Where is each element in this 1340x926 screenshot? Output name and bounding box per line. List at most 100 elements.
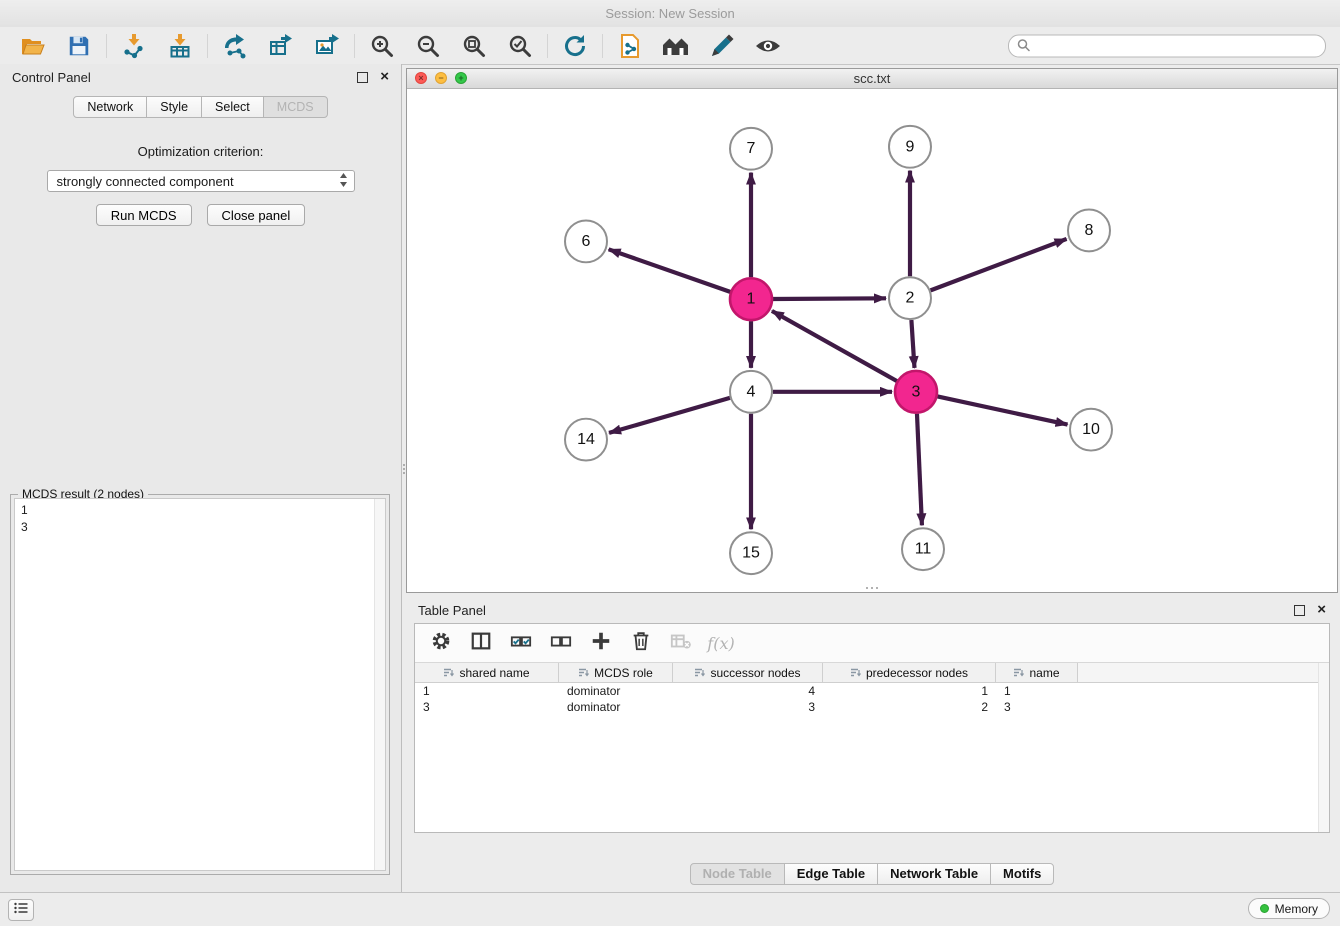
table-cell-filler (1078, 699, 1329, 715)
zoom-fit-icon (461, 33, 487, 59)
zoom-selected-button[interactable] (507, 33, 533, 59)
import-table-file-button[interactable] (167, 33, 193, 59)
network-window-title: scc.txt (854, 71, 891, 86)
window-resize-handle[interactable] (866, 585, 878, 591)
close-window-icon[interactable]: × (415, 72, 427, 84)
network-view-window: × − + scc.txt 7968124314101511 (406, 68, 1338, 593)
zoom-selected-icon (507, 33, 533, 59)
column-header-shared-name[interactable]: shared name (415, 663, 559, 682)
column-header-name[interactable]: name (996, 663, 1078, 682)
zoom-fit-button[interactable] (461, 33, 487, 59)
open-session-button[interactable] (20, 33, 46, 59)
criterion-dropdown[interactable]: strongly connected component (47, 170, 355, 192)
export-network-button[interactable] (222, 33, 248, 59)
table-panel-title: Table Panel (418, 603, 486, 618)
network-graph[interactable]: 7968124314101511 (407, 89, 1337, 592)
apply-layout-button[interactable] (562, 33, 588, 59)
memory-button[interactable]: Memory (1248, 898, 1330, 919)
tab-select[interactable]: Select (201, 96, 264, 118)
show-columns-button[interactable] (469, 631, 493, 655)
network-canvas[interactable]: 7968124314101511 (407, 89, 1337, 592)
export-image-button[interactable] (314, 33, 340, 59)
tab-mcds[interactable]: MCDS (263, 96, 328, 118)
export-network-icon (222, 33, 248, 59)
annotations-button[interactable] (709, 33, 735, 59)
zoom-in-button[interactable] (369, 33, 395, 59)
select-all-button[interactable] (509, 631, 533, 655)
deselect-all-button[interactable] (549, 631, 573, 655)
tab-network[interactable]: Network (73, 96, 147, 118)
graph-edge-2-3[interactable] (911, 320, 914, 368)
eye-icon (753, 34, 783, 58)
graph-edge-4-14[interactable] (609, 398, 730, 433)
column-header-successor-nodes[interactable]: successor nodes (673, 663, 823, 682)
table-cell: 3 (673, 699, 823, 715)
graph-node-label-9: 9 (906, 138, 915, 155)
import-network-file-button[interactable] (121, 33, 147, 59)
task-history-button[interactable] (8, 899, 34, 921)
run-mcds-button[interactable]: Run MCDS (96, 204, 192, 226)
float-table-panel-icon[interactable] (1294, 605, 1305, 616)
select-all-icon (510, 630, 532, 657)
column-header-predecessor-nodes[interactable]: predecessor nodes (823, 663, 996, 682)
table-tab-motifs[interactable]: Motifs (990, 863, 1054, 885)
table-tab-network-table[interactable]: Network Table (877, 863, 991, 885)
result-scrollbar[interactable] (374, 499, 385, 870)
zoom-out-button[interactable] (415, 33, 441, 59)
delete-table-button-disabled (669, 631, 693, 655)
table-cell: 1 (415, 683, 559, 699)
result-line: 1 (21, 502, 379, 519)
delete-column-button[interactable] (629, 631, 653, 655)
graph-edge-3-1[interactable] (772, 311, 897, 381)
network-document-button[interactable] (617, 33, 643, 59)
column-header-label: successor nodes (710, 666, 800, 680)
graph-edge-2-8[interactable] (931, 239, 1067, 290)
graph-edge-1-2[interactable] (773, 298, 886, 299)
add-column-button[interactable] (589, 631, 613, 655)
table-cell: 3 (996, 699, 1078, 715)
close-panel-button[interactable]: Close panel (207, 204, 306, 226)
mcds-result-groupbox: MCDS result (2 nodes) 13 (10, 494, 390, 875)
table-toolbar: f(x) (415, 624, 1329, 663)
function-builder-button-disabled: f(x) (709, 631, 733, 655)
show-graphics-details-button[interactable] (755, 33, 781, 59)
graph-edge-3-11[interactable] (917, 414, 922, 526)
graph-node-label-14: 14 (577, 431, 595, 448)
table-settings-button[interactable] (429, 631, 453, 655)
table-cell: 1 (823, 683, 996, 699)
close-panel-icon[interactable]: × (380, 71, 389, 83)
float-panel-icon[interactable] (357, 72, 368, 83)
graph-edge-3-10[interactable] (937, 396, 1067, 424)
control-panel-title: Control Panel (12, 70, 91, 85)
search-field-wrap (1008, 34, 1326, 57)
tab-style[interactable]: Style (146, 96, 202, 118)
floppy-disk-icon (67, 34, 91, 58)
window-titlebar: Session: New Session (0, 0, 1340, 27)
minimize-window-icon[interactable]: − (435, 72, 447, 84)
mcds-result-textarea[interactable]: 13 (14, 498, 386, 871)
search-input[interactable] (1008, 34, 1326, 57)
table-tab-node-table[interactable]: Node Table (690, 863, 785, 885)
traffic-lights: × − + (415, 72, 467, 84)
mcds-result-lines: 13 (15, 499, 385, 539)
maximize-window-icon[interactable]: + (455, 72, 467, 84)
close-table-panel-icon[interactable]: × (1317, 604, 1326, 616)
export-table-button[interactable] (268, 33, 294, 59)
table-row[interactable]: 1dominator411 (415, 683, 1329, 699)
table-panel-header: Table Panel × (406, 597, 1338, 623)
table-header-row: shared name MCDS role successor nodes prede… (415, 663, 1329, 683)
save-session-button[interactable] (66, 33, 92, 59)
cyndex-home-button[interactable] (663, 33, 689, 59)
graph-node-label-2: 2 (906, 290, 915, 307)
zoom-out-icon (415, 33, 441, 59)
graph-edge-1-6[interactable] (609, 249, 731, 292)
network-window-titlebar[interactable]: × − + scc.txt (407, 69, 1337, 89)
table-scrollbar[interactable] (1318, 663, 1329, 832)
graph-node-label-8: 8 (1085, 222, 1094, 239)
column-header-mcds-role[interactable]: MCDS role (559, 663, 673, 682)
column-header-label: name (1029, 666, 1059, 680)
table-tab-edge-table[interactable]: Edge Table (784, 863, 878, 885)
table-row[interactable]: 3dominator323 (415, 699, 1329, 715)
column-header-label: shared name (459, 666, 529, 680)
table-panel: Table Panel × (406, 597, 1338, 893)
